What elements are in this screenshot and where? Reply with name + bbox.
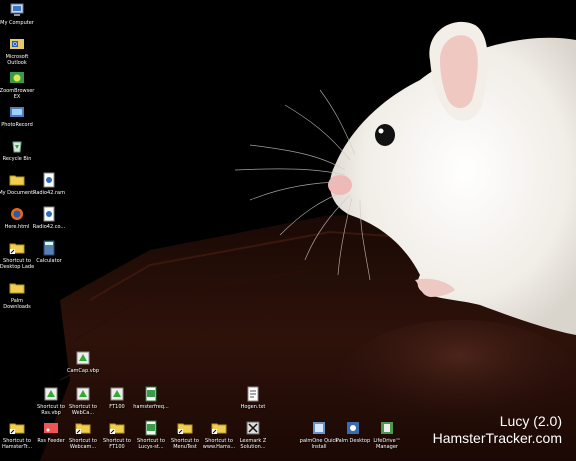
desktop-icon[interactable]: Hogen.txt	[236, 386, 270, 410]
desktop-icon[interactable]: Shortcut to WebCa...	[66, 386, 100, 416]
palm-desktop-icon	[345, 420, 361, 436]
folder-icon	[9, 280, 25, 296]
excel-file-icon	[143, 420, 159, 436]
desktop-icon[interactable]: Calculator	[32, 240, 66, 264]
recycle-bin-icon	[9, 138, 25, 154]
desktop-icon[interactable]: O Microsoft Outlook	[0, 36, 34, 66]
folder-shortcut-icon	[9, 240, 25, 256]
desktop-icon[interactable]: Shortcut to FT100	[100, 420, 134, 450]
desktop-icon[interactable]: hamsterfreq...	[133, 386, 169, 410]
calculator-icon	[41, 240, 57, 256]
media-file-icon	[41, 206, 57, 222]
desktop-icon[interactable]: FT100	[100, 386, 134, 410]
photorecord-icon	[9, 104, 25, 120]
desktop-icon-label: Radio42.co...	[32, 224, 66, 230]
vb-project-icon	[43, 386, 59, 402]
desktop-icon-label: hamsterfreq...	[133, 404, 169, 410]
desktop-icon-label: Palm Downloads	[3, 298, 31, 310]
desktop-icon[interactable]: Shortcut to HamsterTr...	[0, 420, 34, 450]
watermark-site: HamsterTracker.com	[432, 430, 562, 446]
desktop-icon[interactable]: palmOne Quick Install	[300, 420, 338, 450]
desktop-icon[interactable]: Shortcut to www.Hams...	[202, 420, 236, 450]
firefox-icon	[9, 206, 25, 222]
folder-shortcut-icon	[211, 420, 227, 436]
desktop-icon-label: PhotoRecord	[1, 122, 33, 128]
desktop-icon-label: Radio42.ram	[33, 190, 65, 196]
zoombrowser-icon	[9, 70, 25, 86]
folder-shortcut-icon	[9, 420, 25, 436]
desktop-icon[interactable]: CamCap.vbp	[66, 350, 100, 374]
desktop-icon[interactable]: Radio42.ram	[32, 172, 66, 196]
desktop-icon-label: Hogen.txt	[240, 404, 266, 410]
desktop-icon-label: Lexmark Z Solution...	[239, 438, 267, 450]
desktop-icon-label: CamCap.vbp	[66, 368, 100, 374]
desktop-icon[interactable]: ZoomBrowser EX	[0, 70, 34, 100]
palm-install-icon	[311, 420, 327, 436]
desktop-icon[interactable]: PhotoRecord	[0, 104, 34, 128]
outlook-icon: O	[9, 36, 25, 52]
desktop-icon[interactable]: Shortcut to Lucys-st...	[134, 420, 168, 450]
desktop-icon-label: Calculator	[36, 258, 62, 264]
desktop-icon-label: ZoomBrowser EX	[0, 88, 35, 100]
desktop-icon[interactable]: Shortcut to MenuTest	[168, 420, 202, 450]
folder-shortcut-icon	[75, 420, 91, 436]
lifedrive-icon	[379, 420, 395, 436]
desktop-icon[interactable]: Radio42.co...	[32, 206, 66, 230]
folder-icon	[9, 172, 25, 188]
desktop-icon[interactable]: Shortcut to Desktop Lade	[0, 240, 34, 270]
vb-project-icon	[75, 350, 91, 366]
media-file-icon	[41, 172, 57, 188]
desktop-icon-label: Recycle Bin	[2, 156, 32, 162]
desktop-icon[interactable]: LifeDrive™ Manager	[370, 420, 404, 450]
desktop-icon[interactable]: Lexmark Z Solution...	[236, 420, 270, 450]
rss-feeder-icon	[43, 420, 59, 436]
svg-text:O: O	[13, 42, 17, 48]
desktop-icon[interactable]: Palm Downloads	[0, 280, 34, 310]
desktop-icon[interactable]: Palm Desktop	[336, 420, 370, 444]
folder-shortcut-icon	[109, 420, 125, 436]
watermark-title: Lucy (2.0)	[499, 413, 562, 429]
vb-project-icon	[75, 386, 91, 402]
vb-project-icon	[109, 386, 125, 402]
desktop-icon-label: Microsoft Outlook	[5, 54, 29, 66]
excel-file-icon	[143, 386, 159, 402]
desktop-icon[interactable]: My Computer	[0, 2, 34, 26]
desktop-icon[interactable]: Recycle Bin	[0, 138, 34, 162]
desktop-icon-label: LifeDrive™ Manager	[373, 438, 401, 450]
desktop-icon-label: My Computer	[0, 20, 34, 26]
desktop-icon[interactable]: Shortcut to Webcam...	[66, 420, 100, 450]
text-file-icon	[245, 386, 261, 402]
folder-shortcut-icon	[177, 420, 193, 436]
computer-icon	[9, 2, 25, 18]
lexmark-icon	[245, 420, 261, 436]
